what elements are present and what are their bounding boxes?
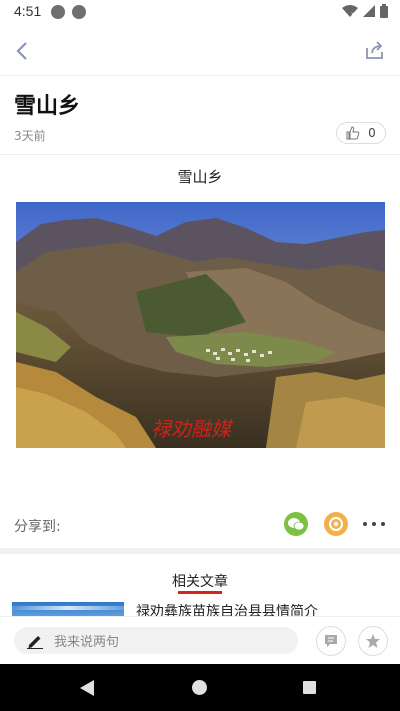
related-underline	[178, 591, 222, 594]
article-heading: 雪山乡	[177, 168, 223, 186]
article-image: 禄劝融媒	[16, 202, 385, 448]
divider	[0, 154, 400, 155]
status-icons: x	[342, 4, 388, 18]
comment-bar: 我来说两句	[0, 616, 400, 664]
back-button[interactable]	[10, 38, 36, 64]
share-wechat-button[interactable]	[284, 512, 308, 536]
star-icon	[366, 634, 380, 648]
related-item-title[interactable]: 禄劝彝族苗族自治县县情简介	[136, 604, 386, 616]
publish-time: 3天前	[14, 129, 46, 143]
back-arrow-icon	[16, 42, 27, 60]
comment-placeholder: 我来说两句	[54, 635, 120, 650]
favorite-button[interactable]	[358, 626, 388, 656]
related-title: 相关文章	[172, 574, 228, 590]
notification-icon	[72, 5, 86, 19]
more-dot-icon	[381, 522, 385, 526]
more-dot-icon	[363, 522, 367, 526]
comments-button[interactable]	[316, 626, 346, 656]
section-separator	[0, 548, 400, 554]
svg-text:x: x	[351, 11, 355, 18]
more-button[interactable]	[363, 515, 385, 533]
notification-icon	[51, 5, 65, 19]
image-watermark: 禄劝融媒	[151, 417, 234, 441]
like-count: 0	[368, 126, 376, 140]
status-bar: 4:51 x	[0, 0, 400, 24]
system-navigation-bar	[0, 664, 400, 711]
system-recents-icon[interactable]	[303, 681, 316, 694]
status-time: 4:51	[14, 3, 42, 19]
moments-icon	[329, 517, 343, 531]
system-home-icon[interactable]	[192, 680, 207, 695]
share-label: 分享到:	[14, 519, 61, 535]
wifi-icon: x	[342, 5, 358, 18]
share-icon	[366, 41, 383, 59]
related-item-thumbnail[interactable]	[12, 602, 124, 616]
battery-icon	[380, 4, 388, 18]
like-button[interactable]: 0	[336, 122, 386, 144]
share-button[interactable]	[364, 39, 386, 61]
thumbs-up-icon	[346, 126, 360, 140]
more-dot-icon	[372, 522, 376, 526]
share-moments-button[interactable]	[324, 512, 348, 536]
system-back-icon[interactable]	[80, 680, 95, 696]
pencil-icon	[27, 635, 43, 649]
comment-input[interactable]: 我来说两句	[14, 627, 298, 654]
comment-icon	[325, 635, 337, 647]
article-title: 雪山乡	[14, 94, 81, 119]
top-navigation	[0, 24, 400, 76]
signal-icon	[363, 5, 375, 17]
wechat-icon	[288, 518, 304, 531]
